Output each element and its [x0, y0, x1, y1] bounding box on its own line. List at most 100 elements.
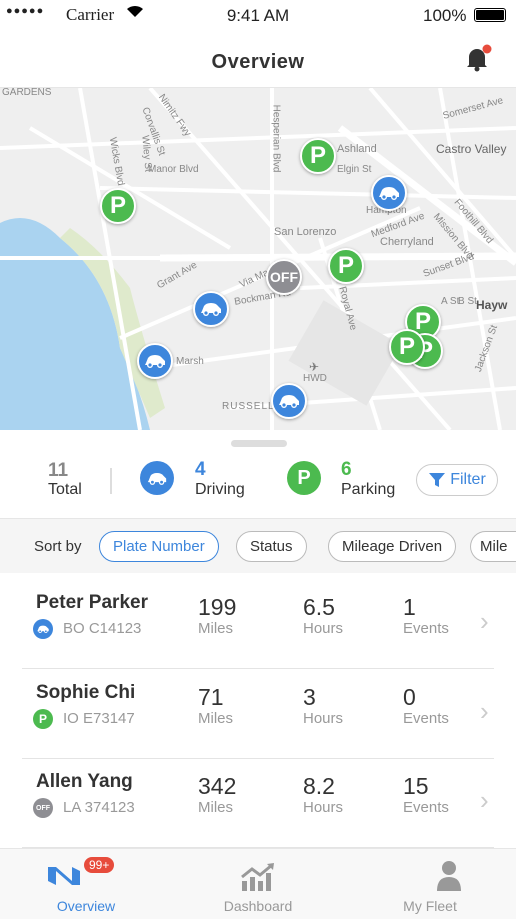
events-unit: Events: [403, 620, 449, 637]
chevron-right-icon: ›: [480, 696, 489, 726]
map-background: [0, 88, 516, 430]
map-label: Marsh: [176, 356, 204, 367]
sort-status[interactable]: Status: [236, 531, 307, 562]
miles-unit: Miles: [198, 799, 234, 816]
map-label: HWD: [303, 373, 327, 384]
parking-marker[interactable]: P: [389, 329, 425, 365]
events-unit: Events: [403, 799, 449, 816]
tab-my-fleet[interactable]: My Fleet: [344, 849, 516, 920]
fleet-map[interactable]: GARDENS Nimitz Fwy Corvallis St Wiley St…: [0, 87, 516, 430]
tab-label: My Fleet: [403, 898, 457, 914]
funnel-icon: [429, 473, 446, 487]
miles-value: 71: [198, 684, 224, 710]
map-label: Manor Blvd: [148, 164, 199, 175]
hours-unit: Hours: [303, 799, 344, 816]
header: Overview: [0, 30, 516, 88]
fleet-summary: 11 Total 4 Driving P 6 Parking Filter: [0, 450, 516, 518]
status-bar: ●●●●● Carrier 9:41 AM 100%: [0, 0, 516, 30]
off-status-icon: OFF: [33, 798, 53, 818]
driving-marker[interactable]: [137, 343, 173, 379]
total-label: Total: [48, 481, 82, 498]
person-icon: [437, 861, 461, 891]
sort-label: Sort by: [34, 538, 82, 555]
driving-count: 4: [195, 459, 206, 480]
miles-unit: Miles: [198, 620, 234, 637]
vehicle-row[interactable]: Allen Yang OFF LA 374123 342 Miles 8.2 H…: [0, 759, 516, 848]
tab-overview[interactable]: 99+ Overview: [0, 849, 172, 920]
page-title: Overview: [211, 51, 305, 73]
driver-name: Peter Parker: [36, 592, 148, 613]
filter-button[interactable]: Filter: [416, 464, 498, 496]
plate-number: IO E73147: [63, 710, 135, 727]
chevron-right-icon: ›: [480, 606, 489, 636]
car-icon: [379, 187, 399, 200]
airport-icon: ✈: [309, 360, 320, 374]
hours-unit: Hours: [303, 710, 344, 727]
miles-value: 342: [198, 773, 237, 799]
hours-value: 8.2: [303, 773, 335, 799]
driving-summary-icon: [140, 461, 174, 495]
parking-marker[interactable]: P: [300, 138, 336, 174]
plate-number: BO C14123: [63, 620, 142, 637]
tab-label: Dashboard: [223, 898, 293, 914]
car-icon: [279, 395, 299, 408]
car-icon: [201, 303, 221, 316]
tab-label: Overview: [56, 898, 116, 914]
car-icon: [145, 355, 165, 368]
parking-marker[interactable]: P: [328, 248, 364, 284]
hours-value: 6.5: [303, 594, 335, 620]
total-count: 11: [48, 460, 69, 481]
sort-mileage-driven[interactable]: Mileage Driven: [328, 531, 457, 562]
map-label: San Lorenzo: [274, 226, 337, 238]
parking-count: 6: [341, 459, 352, 480]
sort-bar: Sort by Plate Number Status Mileage Driv…: [0, 518, 516, 573]
events-value: 0: [403, 684, 416, 710]
off-marker[interactable]: OFF: [266, 259, 302, 295]
driving-status-icon: [33, 619, 53, 639]
hours-unit: Hours: [303, 620, 344, 637]
map-label: GARDENS: [2, 87, 52, 98]
map-label: Castro Valley: [436, 142, 507, 156]
sort-plate-number[interactable]: Plate Number: [99, 531, 219, 562]
map-label: Hesperian Blvd: [270, 104, 282, 173]
miles-unit: Miles: [198, 710, 234, 727]
map-label: Cherryland: [380, 236, 434, 248]
events-value: 15: [403, 773, 429, 799]
car-icon: [147, 472, 167, 485]
chevron-right-icon: ›: [480, 785, 489, 815]
battery-percent: 100%: [423, 6, 467, 25]
driving-marker[interactable]: [271, 383, 307, 419]
battery-icon: [474, 8, 506, 22]
filter-label: Filter: [450, 471, 486, 488]
parking-marker[interactable]: P: [100, 188, 136, 224]
driving-label: Driving: [195, 481, 245, 498]
vehicle-row[interactable]: Peter Parker BO C14123 199 Miles 6.5 Hou…: [0, 580, 516, 669]
map-label: B St: [458, 296, 477, 307]
chart-icon: [241, 863, 274, 891]
driver-name: Allen Yang: [36, 771, 133, 792]
tab-bar: 99+ Overview Dashboard My Fleet: [0, 848, 516, 919]
map-label: Ashland: [337, 143, 377, 155]
divider: [22, 668, 494, 669]
driving-marker[interactable]: [193, 291, 229, 327]
hours-value: 3: [303, 684, 316, 710]
driving-marker[interactable]: [371, 175, 407, 211]
events-value: 1: [403, 594, 416, 620]
sort-mileage[interactable]: Mile: [470, 531, 516, 562]
tab-dashboard[interactable]: Dashboard: [172, 849, 344, 920]
map-label: A St: [441, 296, 460, 307]
overview-logo-icon: [48, 867, 80, 885]
car-icon: [37, 625, 49, 633]
drag-handle[interactable]: [231, 440, 287, 447]
events-unit: Events: [403, 710, 449, 727]
vehicle-row[interactable]: Sophie Chi P IO E73147 71 Miles 3 Hours …: [0, 670, 516, 759]
miles-value: 199: [198, 594, 237, 620]
bell-icon[interactable]: [462, 44, 492, 74]
notification-badge: 99+: [84, 857, 115, 873]
parking-icon: P: [287, 461, 321, 495]
driver-name: Sophie Chi: [36, 682, 136, 703]
parking-label: Parking: [341, 481, 396, 498]
plate-number: LA 374123: [63, 799, 135, 816]
map-label: Hayw: [476, 298, 508, 312]
map-label: Elgin St: [337, 164, 372, 175]
